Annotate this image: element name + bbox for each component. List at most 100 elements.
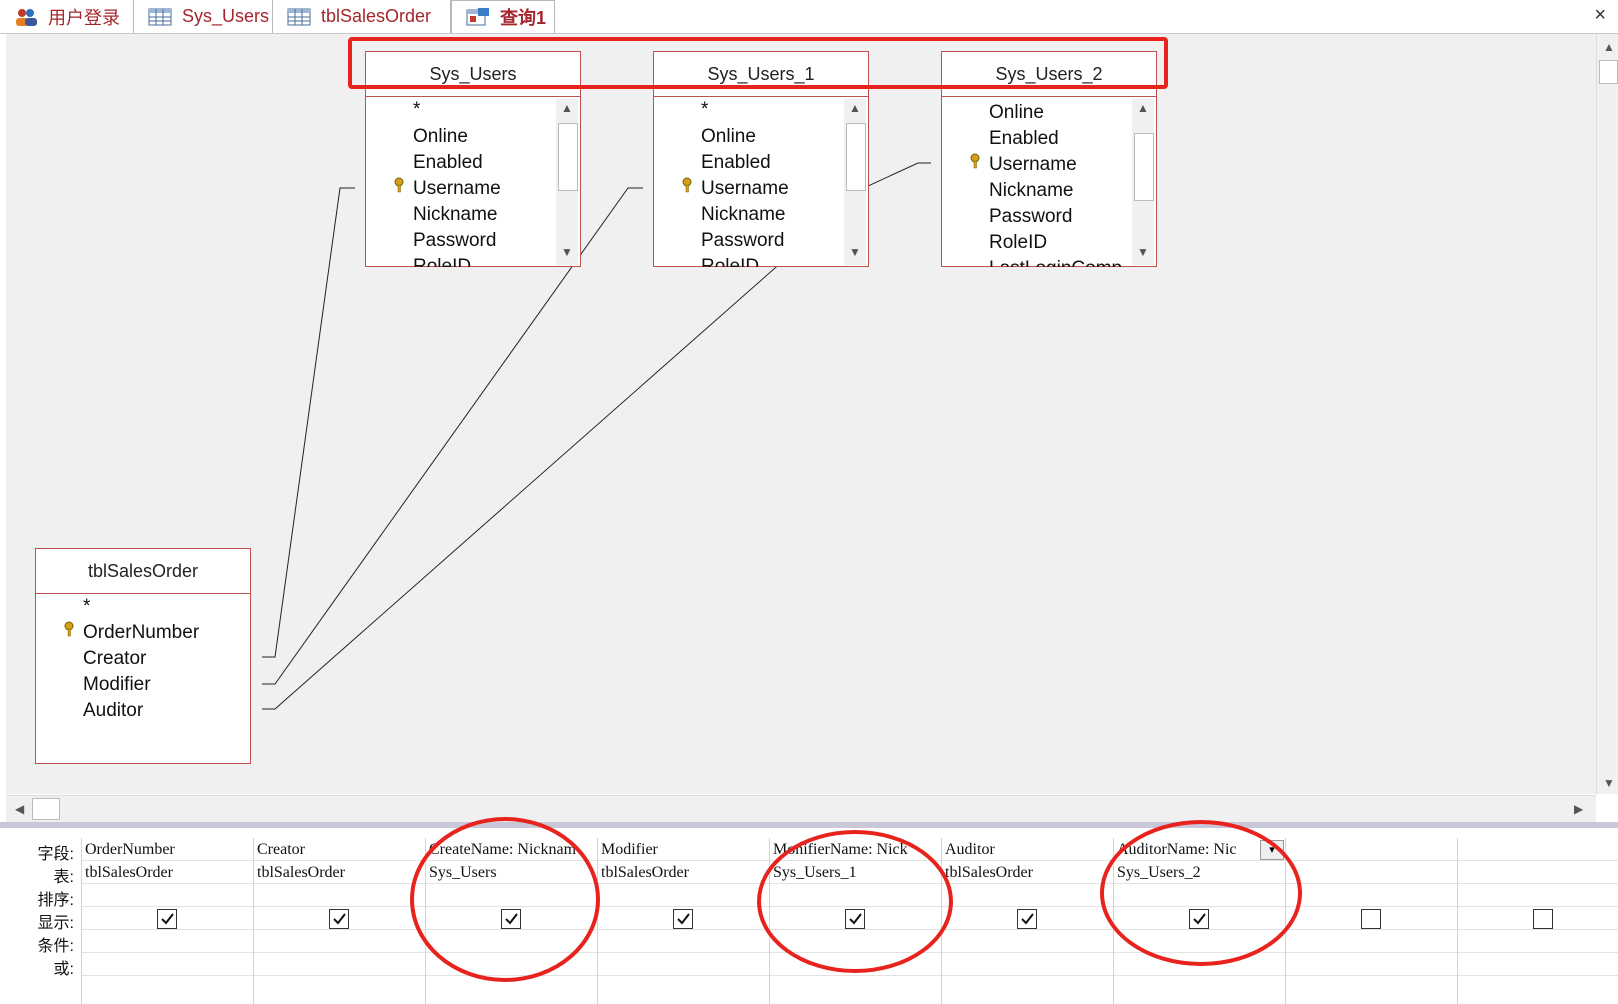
grid-column[interactable]: OrderNumber tblSalesOrder bbox=[81, 838, 254, 1004]
sort-cell[interactable] bbox=[1286, 884, 1458, 907]
scroll-thumb[interactable] bbox=[32, 798, 60, 820]
scroll-up-icon[interactable]: ▲ bbox=[1603, 40, 1615, 54]
grid-column[interactable]: Auditor tblSalesOrder bbox=[941, 838, 1114, 1004]
grid-column-empty[interactable] bbox=[1457, 838, 1618, 1004]
show-cell bbox=[254, 907, 426, 930]
field-item[interactable]: Password bbox=[413, 230, 496, 252]
field-item[interactable]: Nickname bbox=[413, 204, 497, 226]
table-cell[interactable]: tblSalesOrder bbox=[254, 861, 426, 884]
sort-cell[interactable] bbox=[598, 884, 770, 907]
field-cell[interactable] bbox=[1458, 838, 1618, 861]
field-item[interactable]: Nickname bbox=[701, 204, 785, 226]
or-cell[interactable] bbox=[1458, 953, 1618, 976]
annotation-circle bbox=[410, 817, 600, 982]
grid-column[interactable]: Creator tblSalesOrder bbox=[253, 838, 426, 1004]
field-item[interactable]: Online bbox=[989, 102, 1044, 124]
field-item[interactable]: Password bbox=[701, 230, 784, 252]
field-item[interactable]: RoleID bbox=[701, 256, 759, 267]
scroll-thumb[interactable] bbox=[846, 123, 866, 191]
sort-cell[interactable] bbox=[1458, 884, 1618, 907]
field-item[interactable]: Username bbox=[413, 178, 501, 200]
scroll-up-icon[interactable]: ▲ bbox=[1137, 101, 1149, 115]
scroll-down-icon[interactable]: ▼ bbox=[1137, 245, 1149, 259]
primary-key-icon bbox=[64, 621, 74, 637]
field-cell[interactable]: Creator bbox=[254, 838, 426, 861]
sort-cell[interactable] bbox=[82, 884, 254, 907]
field-cell[interactable]: Modifier bbox=[598, 838, 770, 861]
field-cell[interactable]: OrderNumber bbox=[82, 838, 254, 861]
scroll-up-icon[interactable]: ▲ bbox=[561, 101, 573, 115]
scroll-thumb[interactable] bbox=[1599, 60, 1618, 84]
show-checkbox-unchecked[interactable] bbox=[1361, 909, 1381, 929]
criteria-cell[interactable] bbox=[82, 930, 254, 953]
field-item[interactable]: OrderNumber bbox=[83, 622, 199, 644]
show-cell bbox=[1286, 907, 1458, 930]
table-cell[interactable]: tblSalesOrder bbox=[942, 861, 1114, 884]
or-cell[interactable] bbox=[598, 953, 770, 976]
field-item[interactable]: Enabled bbox=[701, 152, 771, 174]
field-item[interactable]: Modifier bbox=[83, 674, 151, 696]
annotation-highlight-rectangle bbox=[348, 37, 1168, 89]
scroll-thumb[interactable] bbox=[558, 123, 578, 191]
show-checkbox-checked[interactable] bbox=[1017, 909, 1037, 929]
criteria-cell[interactable] bbox=[598, 930, 770, 953]
field-item[interactable]: * bbox=[413, 99, 420, 121]
field-item[interactable]: Auditor bbox=[83, 700, 143, 722]
show-checkbox-unchecked[interactable] bbox=[1533, 909, 1553, 929]
field-item[interactable]: Username bbox=[989, 154, 1077, 176]
field-item[interactable]: Creator bbox=[83, 648, 146, 670]
field-list-scrollbar[interactable]: ▲ ▼ bbox=[844, 99, 866, 265]
criteria-cell[interactable] bbox=[254, 930, 426, 953]
row-label-sort: 排序: bbox=[37, 892, 74, 909]
field-item[interactable]: LastLoginComp bbox=[989, 258, 1124, 267]
field-item[interactable]: Username bbox=[701, 178, 789, 200]
field-list-scrollbar[interactable]: ▲ ▼ bbox=[556, 99, 578, 265]
show-cell bbox=[598, 907, 770, 930]
field-list-title[interactable]: tblSalesOrder bbox=[36, 549, 250, 594]
field-item[interactable]: Enabled bbox=[989, 128, 1059, 150]
canvas-horizontal-scrollbar[interactable]: ◀ ▶ bbox=[6, 795, 1596, 822]
grid-column-empty[interactable] bbox=[1285, 838, 1458, 1004]
field-item[interactable]: * bbox=[701, 99, 708, 121]
criteria-cell[interactable] bbox=[1286, 930, 1458, 953]
scroll-down-icon[interactable]: ▼ bbox=[1603, 776, 1615, 790]
field-cell[interactable]: Auditor bbox=[942, 838, 1114, 861]
criteria-cell[interactable] bbox=[942, 930, 1114, 953]
scroll-down-icon[interactable]: ▼ bbox=[561, 245, 573, 259]
field-item[interactable]: RoleID bbox=[413, 256, 471, 267]
scroll-down-icon[interactable]: ▼ bbox=[849, 245, 861, 259]
scroll-up-icon[interactable]: ▲ bbox=[849, 101, 861, 115]
table-cell[interactable]: tblSalesOrder bbox=[598, 861, 770, 884]
field-item[interactable]: * bbox=[83, 596, 90, 618]
table-cell[interactable] bbox=[1458, 861, 1618, 884]
canvas-vertical-scrollbar[interactable]: ▲ ▼ bbox=[1596, 34, 1618, 794]
field-item[interactable]: Password bbox=[989, 206, 1072, 228]
show-checkbox-checked[interactable] bbox=[673, 909, 693, 929]
scroll-right-icon[interactable]: ▶ bbox=[1574, 802, 1583, 816]
sort-cell[interactable] bbox=[942, 884, 1114, 907]
or-cell[interactable] bbox=[1286, 953, 1458, 976]
primary-key-icon bbox=[970, 153, 980, 169]
field-item[interactable]: Online bbox=[413, 126, 468, 148]
sort-cell[interactable] bbox=[254, 884, 426, 907]
or-cell[interactable] bbox=[254, 953, 426, 976]
criteria-cell[interactable] bbox=[1458, 930, 1618, 953]
field-item[interactable]: RoleID bbox=[989, 232, 1047, 254]
scroll-left-icon[interactable]: ◀ bbox=[15, 802, 24, 816]
field-item[interactable]: Online bbox=[701, 126, 756, 148]
field-item[interactable]: Enabled bbox=[413, 152, 483, 174]
field-list-scrollbar[interactable]: ▲ ▼ bbox=[1132, 99, 1154, 265]
show-checkbox-checked[interactable] bbox=[329, 909, 349, 929]
or-cell[interactable] bbox=[942, 953, 1114, 976]
field-item[interactable]: Nickname bbox=[989, 180, 1073, 202]
table-cell[interactable] bbox=[1286, 861, 1458, 884]
show-cell bbox=[1458, 907, 1618, 930]
table-cell[interactable]: tblSalesOrder bbox=[82, 861, 254, 884]
row-label-criteria: 条件: bbox=[37, 938, 74, 955]
field-cell[interactable] bbox=[1286, 838, 1458, 861]
show-checkbox-checked[interactable] bbox=[157, 909, 177, 929]
field-list-tblsalesorder[interactable]: tblSalesOrder * OrderNumber Creator Modi… bbox=[35, 548, 251, 764]
scroll-thumb[interactable] bbox=[1134, 133, 1154, 201]
or-cell[interactable] bbox=[82, 953, 254, 976]
grid-column[interactable]: Modifier tblSalesOrder bbox=[597, 838, 770, 1004]
